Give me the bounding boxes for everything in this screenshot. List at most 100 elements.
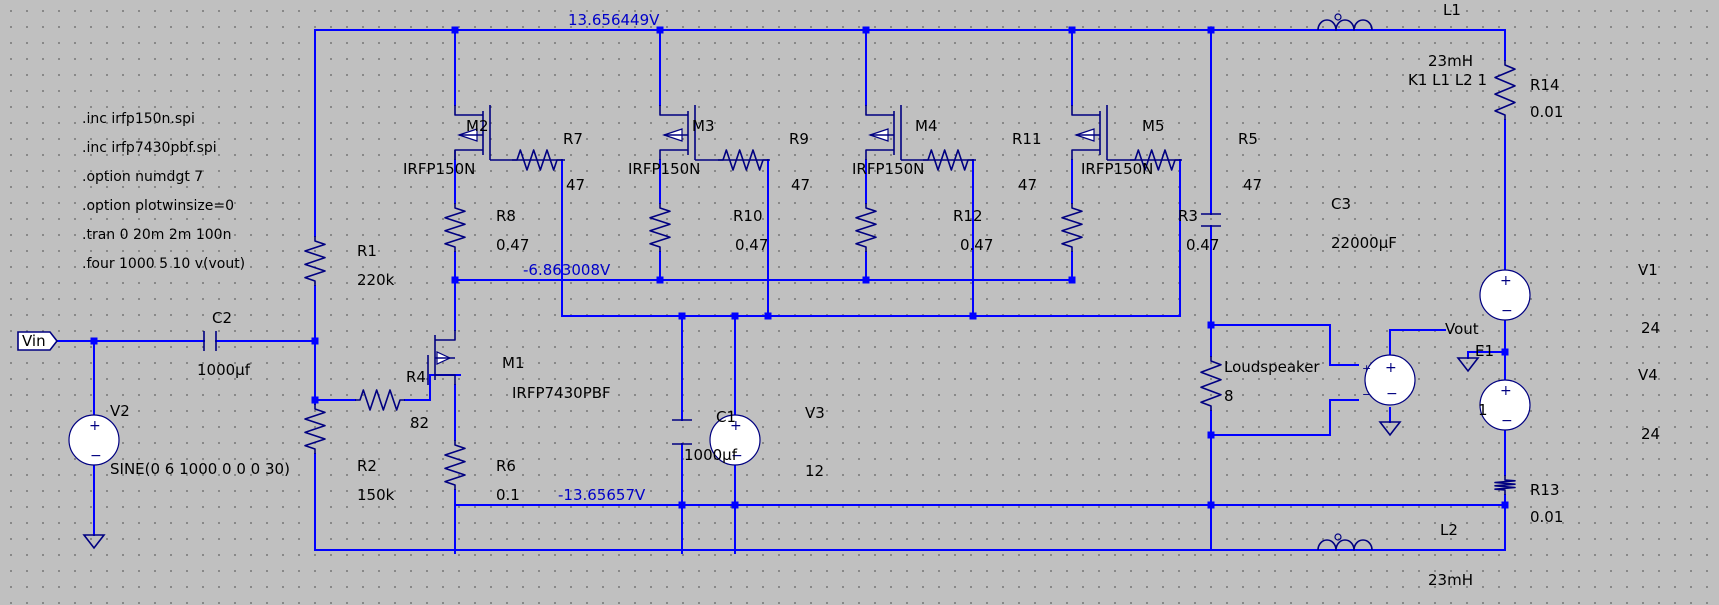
label-R3-name: R3 [1178, 207, 1198, 225]
svg-text:−: − [90, 448, 102, 464]
bottom-rail-voltage: -13.65657V [558, 486, 646, 504]
label-M1-name: M1 [502, 354, 525, 372]
junction-node [1207, 501, 1215, 509]
junction-node [1501, 348, 1509, 356]
junction-node [1207, 431, 1215, 439]
directive-line[interactable]: .four 1000 5 10 v(vout) [82, 256, 245, 272]
resistor-R8[interactable] [444, 203, 466, 252]
component-labels: M2 IRFP150N M3 IRFP150N M4 IRFP150N M5 I… [110, 1, 1660, 589]
resistor-R3[interactable] [1061, 203, 1083, 252]
label-C3-name: C3 [1331, 195, 1351, 213]
label-R2-value: 150k [357, 486, 395, 504]
junction-node [862, 276, 870, 284]
label-R13-value: 0.01 [1530, 508, 1563, 526]
label-M2-model: IRFP150N [403, 160, 475, 178]
label-R8-name: R8 [496, 207, 516, 225]
label-R10-value: 0.47 [735, 236, 768, 254]
directive-line[interactable]: .inc irfp7430pbf.spi [82, 140, 217, 156]
ground-symbol [1378, 421, 1402, 437]
svg-text:+: + [1500, 383, 1512, 399]
junction-node [451, 26, 459, 34]
net-flag-vin[interactable]: Vin [17, 331, 59, 351]
label-L1-value: 23mH [1428, 52, 1473, 70]
label-E1-value: 1 [1478, 401, 1488, 419]
label-L2-name: L2 [1440, 521, 1458, 539]
transistor-M1[interactable] [427, 330, 456, 385]
label-M4-name: M4 [915, 117, 938, 135]
spice-directives[interactable]: .inc irfp150n.spi .inc irfp7430pbf.spi .… [82, 111, 245, 272]
inductor-L2[interactable] [1317, 533, 1373, 551]
inductor-L1[interactable] [1317, 13, 1373, 31]
label-loudspeaker-name: Loudspeaker [1224, 358, 1320, 376]
vcvs-E1[interactable]: + − + − [1362, 354, 1416, 406]
schematic-canvas[interactable]: + − + − + − + − + − + − Vin Vout 13.6564… [0, 0, 1719, 605]
directive-line[interactable]: .tran 0 20m 2m 100n [82, 227, 231, 243]
resistor-R4[interactable] [355, 389, 405, 411]
junction-node [678, 501, 686, 509]
junction-node [451, 276, 459, 284]
label-V2-name: V2 [110, 402, 130, 420]
capacitor-C2[interactable] [203, 331, 217, 351]
label-L1-name: L1 [1443, 1, 1461, 19]
resistor-R10[interactable] [649, 203, 671, 252]
mid-node-voltage: -6.863008V [523, 261, 611, 279]
net-flag-vout[interactable]: Vout [1445, 320, 1479, 338]
resistor-R2[interactable] [304, 404, 326, 454]
resistor-R13[interactable] [1494, 475, 1516, 495]
label-R5-value: 47 [1243, 176, 1262, 194]
label-C2-name: C2 [212, 309, 232, 327]
junction-node [1068, 26, 1076, 34]
directive-line[interactable]: .inc irfp150n.spi [82, 111, 195, 127]
junction-node [90, 337, 98, 345]
label-R14-value: 0.01 [1530, 103, 1563, 121]
directive-line[interactable]: .option numdgt 7 [82, 169, 203, 185]
resistor-R14[interactable] [1494, 60, 1516, 120]
label-M3-name: M3 [692, 117, 715, 135]
label-R14-name: R14 [1530, 76, 1560, 94]
svg-text:−: − [1501, 303, 1513, 319]
label-V4-name: V4 [1638, 366, 1658, 384]
label-V2-value: SINE(0 6 1000 0 0 0 30) [110, 460, 290, 478]
label-C1-name: C1 [716, 408, 736, 426]
label-M1-model: IRFP7430PBF [512, 384, 611, 402]
resistor-R1[interactable] [304, 236, 326, 286]
svg-text:−: − [1386, 386, 1398, 402]
label-V1-value: 24 [1641, 319, 1660, 337]
label-R1-name: R1 [357, 242, 377, 260]
label-E1-name: E1 [1475, 342, 1494, 360]
label-R13-name: R13 [1530, 481, 1560, 499]
label-C1-value: 1000µf [684, 446, 738, 464]
top-rail-voltage: 13.656449V [568, 11, 660, 29]
ground-symbol [82, 534, 106, 550]
label-M2-name: M2 [466, 117, 489, 135]
junction-node [969, 312, 977, 320]
capacitor-C3[interactable] [1201, 213, 1221, 227]
svg-text:−: − [1362, 388, 1371, 401]
label-V4-value: 24 [1641, 425, 1660, 443]
resistor-loudspeaker[interactable] [1200, 356, 1222, 411]
label-R2-name: R2 [357, 457, 377, 475]
label-R1-value: 220k [357, 271, 395, 289]
junction-node [1207, 321, 1215, 329]
directive-line[interactable]: .option plotwinsize=0 [82, 198, 234, 214]
label-R11-name: R11 [1012, 130, 1042, 148]
label-R8-value: 0.47 [496, 236, 529, 254]
capacitor-C1[interactable] [672, 419, 692, 445]
resistor-R12[interactable] [855, 203, 877, 252]
label-R12-name: R12 [953, 207, 983, 225]
resistor-R6[interactable] [444, 440, 466, 490]
voltage-source-V2[interactable]: + − [68, 414, 120, 466]
label-R6-name: R6 [496, 457, 516, 475]
junction-node [1068, 276, 1076, 284]
net-flag-vin-label: Vin [22, 332, 46, 350]
voltage-source-V1[interactable]: + − [1479, 269, 1531, 321]
label-R5-name: R5 [1238, 130, 1258, 148]
label-V1-name: V1 [1638, 261, 1658, 279]
junction-node [1501, 501, 1509, 509]
svg-text:−: − [1501, 413, 1513, 429]
label-R4-value: 82 [410, 414, 429, 432]
label-L1-coupling: K1 L1 L2 1 [1408, 71, 1487, 89]
label-R4-name: R4 [406, 368, 426, 386]
svg-text:+: + [1500, 273, 1512, 289]
label-R12-value: 0.47 [960, 236, 993, 254]
